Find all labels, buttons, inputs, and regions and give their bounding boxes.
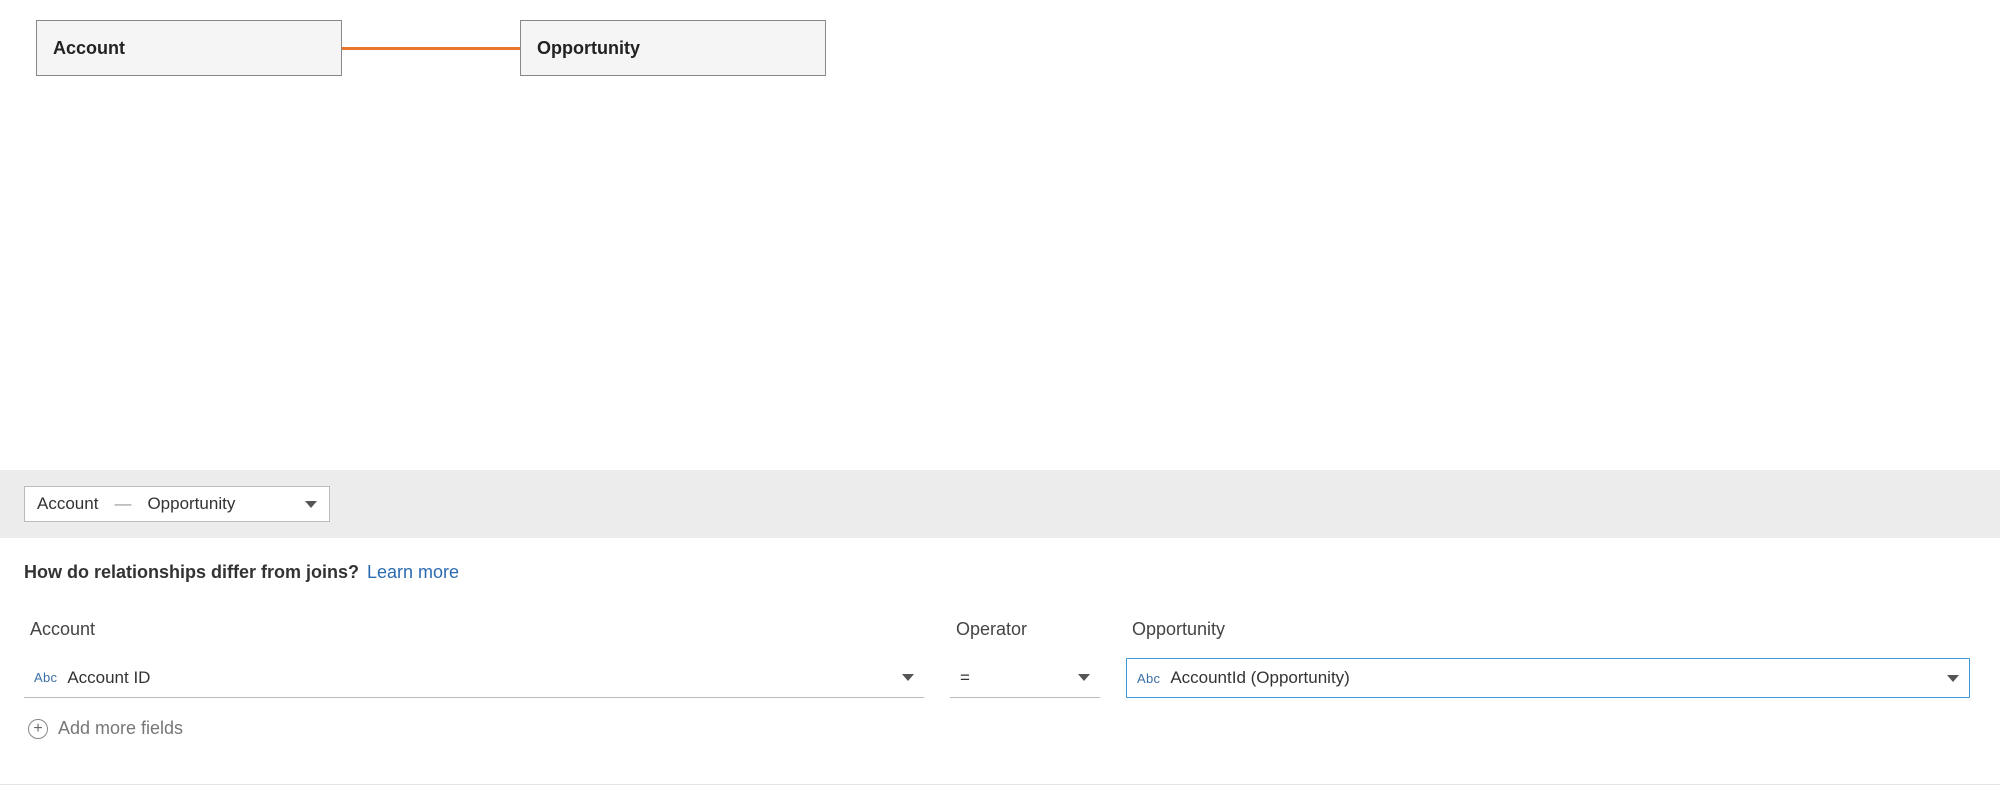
operator-column: Operator = [950,619,1100,698]
canvas-node-account[interactable]: Account [36,20,342,76]
left-field-dropdown[interactable]: Abc Account ID [24,658,924,698]
field-label-wrap: Abc Account ID [34,668,150,688]
canvas-node-label: Opportunity [537,38,640,59]
string-type-icon: Abc [1137,671,1160,686]
plus-circle-icon: + [28,719,48,739]
operator-dropdown[interactable]: = [950,658,1100,698]
right-field-name: AccountId (Opportunity) [1170,668,1350,688]
operator-column-header: Operator [950,619,1100,640]
relationship-bar: Account — Opportunity [0,470,2000,538]
relationship-separator: — [114,494,131,514]
right-column-header: Opportunity [1126,619,1970,640]
divider [0,784,2000,785]
add-more-fields-button[interactable]: + Add more fields [24,718,1976,739]
left-column-header: Account [24,619,924,640]
field-mapping-row: Account Abc Account ID Operator = Opport… [24,619,1976,698]
relationship-left-name: Account [37,494,98,514]
help-question: How do relationships differ from joins? [24,562,359,583]
relationship-canvas: Account Opportunity [0,0,2000,470]
canvas-node-opportunity[interactable]: Opportunity [520,20,826,76]
relationship-selector-label: Account — Opportunity [37,494,235,514]
operator-value: = [960,668,970,688]
add-more-label: Add more fields [58,718,183,739]
chevron-down-icon [902,674,914,681]
field-label-wrap: Abc AccountId (Opportunity) [1137,668,1350,688]
string-type-icon: Abc [34,670,57,685]
node-row: Account Opportunity [36,20,2000,76]
relationship-config: How do relationships differ from joins? … [0,538,2000,739]
relationship-noodle[interactable] [342,47,520,50]
chevron-down-icon [305,501,317,508]
relationship-selector[interactable]: Account — Opportunity [24,486,330,522]
right-column: Opportunity Abc AccountId (Opportunity) [1126,619,1970,698]
learn-more-link[interactable]: Learn more [367,562,459,583]
relationship-right-name: Opportunity [147,494,235,514]
left-column: Account Abc Account ID [24,619,924,698]
help-line: How do relationships differ from joins? … [24,562,1976,583]
canvas-node-label: Account [53,38,125,59]
chevron-down-icon [1078,674,1090,681]
left-field-name: Account ID [67,668,150,688]
right-field-dropdown[interactable]: Abc AccountId (Opportunity) [1126,658,1970,698]
chevron-down-icon [1947,675,1959,682]
